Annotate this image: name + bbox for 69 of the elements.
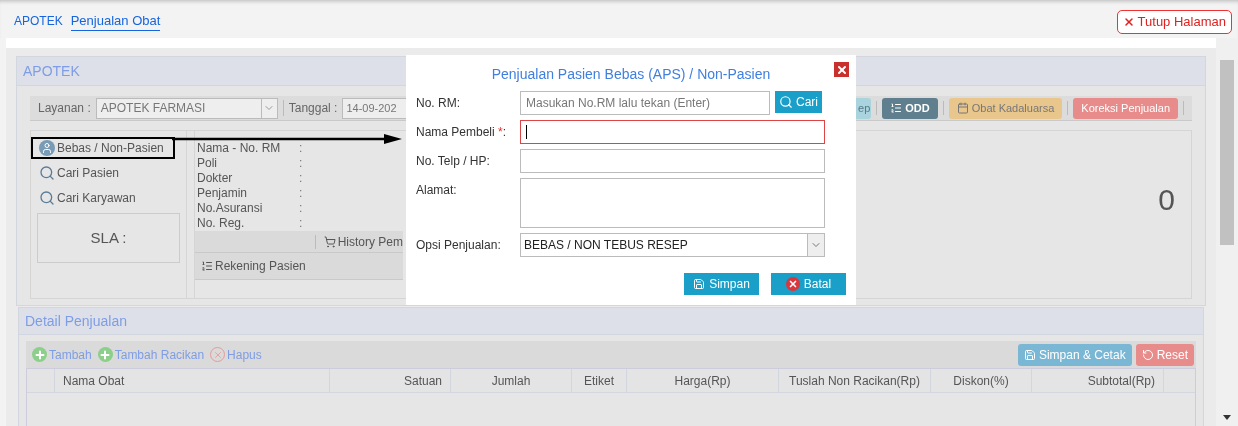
column-header: Subtotal(Rp) xyxy=(1086,372,1156,390)
close-icon xyxy=(835,63,848,76)
patient-option[interactable]: Bebas / Non-Pasien xyxy=(31,137,175,159)
toolbar-button[interactable]: Koreksi Penjualan xyxy=(1073,97,1178,119)
service-label: Layanan : xyxy=(38,100,91,117)
count-value: 0 xyxy=(1158,182,1175,218)
column-header: Tuslah Non Racikan(Rp) xyxy=(788,372,921,390)
close-icon xyxy=(1122,16,1135,28)
field-label: No. RM: xyxy=(416,96,460,110)
patient-option[interactable]: Cari Karyawan xyxy=(31,187,180,209)
breadcrumb-link[interactable]: APOTEK xyxy=(14,12,63,30)
info-colon: : xyxy=(299,156,303,171)
info-colon: : xyxy=(299,201,303,216)
field-label: No. Telp / HP: xyxy=(416,154,490,168)
list-icon xyxy=(201,260,213,272)
service-select[interactable]: APOTEK FARMASI xyxy=(95,97,278,119)
dialog-button[interactable]: Simpan xyxy=(684,273,759,295)
info-colon: : xyxy=(299,186,303,201)
search-icon xyxy=(39,165,55,181)
info-label: Penjamin xyxy=(197,186,249,201)
field-label: Alamat: xyxy=(416,183,457,197)
patient-option[interactable]: Cari Pasien xyxy=(31,162,180,184)
plus-icon xyxy=(97,347,113,362)
breadcrumb-link[interactable]: Penjualan Obat xyxy=(70,10,161,32)
column-header: Nama Obat xyxy=(62,372,126,390)
text-input[interactable] xyxy=(520,120,825,144)
dialog-title: Penjualan Pasien Bebas (APS) / Non-Pasien xyxy=(491,64,771,84)
cart-icon xyxy=(323,235,336,248)
search-button[interactable]: Cari xyxy=(775,91,822,113)
plus-icon xyxy=(32,347,47,362)
panel-title: APOTEK xyxy=(23,61,80,81)
column-header: Etiket xyxy=(583,372,615,390)
person-icon xyxy=(39,140,55,156)
panel-title: Detail Penjualan xyxy=(25,311,127,331)
info-colon: : xyxy=(299,171,303,186)
column-header: Jumlah xyxy=(490,372,532,390)
info-label: Nama - No. RM xyxy=(197,141,282,156)
sales-option-select[interactable]: BEBAS / NON TEBUS RESEP xyxy=(520,233,825,257)
sla-card: SLA : xyxy=(37,213,180,263)
toolbar-button[interactable]: ODD xyxy=(882,97,938,119)
info-label: No.Asuransi xyxy=(197,201,264,216)
close-page-button[interactable]: Tutup Halaman xyxy=(1116,10,1232,34)
info-label: Poli xyxy=(197,156,218,171)
scroll-down-icon[interactable] xyxy=(1223,415,1231,420)
field-label: Nama Pembeli *: xyxy=(416,125,507,139)
column-header: Satuan xyxy=(402,372,443,390)
dialog-button[interactable]: Batal xyxy=(771,273,846,295)
text-input[interactable] xyxy=(520,149,825,173)
save-icon xyxy=(693,278,706,290)
info-colon: : xyxy=(299,216,303,231)
toolbar-button[interactable]: Obat Kadaluarsa xyxy=(948,97,1063,119)
text-cursor xyxy=(526,125,527,139)
close-button[interactable] xyxy=(834,62,849,77)
column-header: Harga(Rp) xyxy=(673,372,732,390)
save-icon xyxy=(1023,348,1036,361)
field-label: Opsi Penjualan: xyxy=(416,238,501,252)
date-label: Tanggal : xyxy=(288,100,338,117)
info-label: Dokter xyxy=(197,171,234,186)
rm-input[interactable]: Masukan No.RM lalu tekan (Enter) xyxy=(520,91,770,115)
info-label: No. Reg. xyxy=(197,216,246,231)
reset-icon xyxy=(1141,348,1154,361)
action-button[interactable]: Reset xyxy=(1135,343,1194,366)
search-icon xyxy=(39,190,55,206)
date-input[interactable]: 14-09-202 xyxy=(342,97,409,119)
action-button[interactable]: Simpan & Cetak xyxy=(1017,343,1132,366)
cancel-icon xyxy=(785,277,800,291)
search-icon xyxy=(779,95,793,109)
column-header: Diskon(%) xyxy=(952,372,1010,390)
info-colon: : xyxy=(299,141,303,156)
